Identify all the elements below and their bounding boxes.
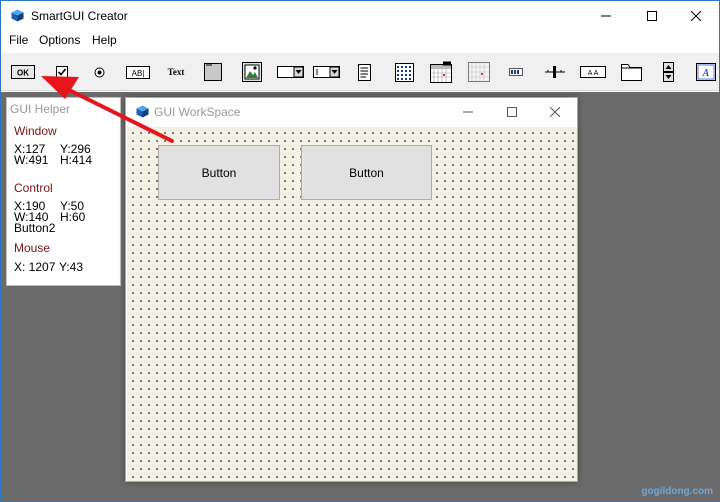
progress-icon <box>509 68 523 76</box>
picture-icon <box>242 62 262 82</box>
tab-tool[interactable] <box>619 60 643 84</box>
hotkey-tool-label: A A <box>588 70 599 77</box>
font-tool[interactable]: A <box>695 60 717 84</box>
workspace-button-1[interactable]: Button <box>158 145 280 200</box>
maximize-button[interactable] <box>629 1 675 31</box>
button-tool[interactable]: OK <box>10 60 36 84</box>
maximize-icon <box>507 107 517 117</box>
title-bar: SmartGUI Creator <box>1 1 719 31</box>
slider-icon <box>545 66 565 78</box>
mouse-y-value: Y:43 <box>59 260 84 274</box>
workspace-maximize-button[interactable] <box>490 98 534 126</box>
radio-icon <box>94 67 104 77</box>
ok-tool-label: OK <box>17 69 29 78</box>
control-section-label: Control <box>14 181 53 195</box>
close-icon <box>550 107 560 117</box>
watermark-text: gogildong.com <box>641 486 713 497</box>
datetime-icon <box>430 61 452 83</box>
maximize-icon <box>647 11 657 21</box>
mouse-x-value: X: 1207 <box>14 260 56 274</box>
minimize-icon <box>601 15 611 17</box>
checkbox-tool[interactable] <box>53 60 71 84</box>
dropdown-tool[interactable] <box>276 60 304 84</box>
combobox-tool[interactable] <box>312 60 340 84</box>
app-cube-icon <box>11 9 24 22</box>
svg-text:A: A <box>702 68 710 79</box>
monthcal-tool[interactable] <box>467 60 491 84</box>
workspace-close-button[interactable] <box>533 98 577 126</box>
gui-workspace-window: GUI WorkSpace Button Button <box>125 97 578 482</box>
hotkey-icon: A A <box>580 66 606 78</box>
hotkey-tool[interactable]: A A <box>579 60 607 84</box>
button-tool-icon: OK <box>11 65 35 79</box>
window-title: SmartGUI Creator <box>31 9 128 23</box>
gui-helper-header[interactable]: GUI Helper <box>7 98 120 120</box>
close-button[interactable] <box>673 1 719 31</box>
picture-tool[interactable] <box>241 60 263 84</box>
dropdown-icon <box>276 66 304 78</box>
mouse-section-label: Mouse <box>14 241 51 255</box>
groupbox-icon <box>204 63 222 81</box>
gui-helper-title: GUI Helper <box>10 102 71 116</box>
edit-tool-label: AB| <box>132 69 145 78</box>
control-toolbar: OK AB| Text A A A <box>1 53 719 91</box>
workspace-grid-canvas[interactable]: Button Button <box>127 127 577 481</box>
groupbox-tool[interactable] <box>203 60 223 84</box>
monthcal-icon <box>468 62 490 82</box>
smartgui-main-window: SmartGUI Creator File Options Help OK AB… <box>0 0 720 502</box>
gui-helper-panel: GUI Helper Window X:127 Y:296 W:491 H:41… <box>6 97 121 286</box>
menu-file[interactable]: File <box>9 33 28 47</box>
slider-tool[interactable] <box>544 60 566 84</box>
listview-tool[interactable] <box>394 60 414 84</box>
workspace-cube-icon <box>136 105 149 118</box>
minimize-button[interactable] <box>583 1 629 31</box>
control-name-value: Button2 <box>14 221 56 235</box>
menu-options[interactable]: Options <box>39 33 80 47</box>
font-icon: A <box>696 63 716 81</box>
progress-tool[interactable] <box>507 60 525 84</box>
updown-tool[interactable] <box>661 60 675 84</box>
listview-icon <box>394 62 414 82</box>
workspace-button-2[interactable]: Button <box>301 145 432 200</box>
listbox-tool[interactable] <box>356 60 372 84</box>
minimize-icon <box>463 111 473 113</box>
edit-tool-icon: AB| <box>126 65 150 79</box>
menu-bar: File Options Help <box>1 31 719 51</box>
text-tool-label: Text <box>167 67 185 77</box>
radio-tool[interactable] <box>91 60 107 84</box>
menu-help[interactable]: Help <box>92 33 117 47</box>
window-h-value: H:414 <box>60 153 93 167</box>
control-h-value: H:60 <box>60 210 86 224</box>
window-section-label: Window <box>14 124 57 138</box>
edit-tool[interactable]: AB| <box>125 60 151 84</box>
workspace-minimize-button[interactable] <box>446 98 490 126</box>
combobox-icon <box>312 66 340 78</box>
checkbox-icon <box>56 66 68 78</box>
listbox-icon <box>357 63 371 81</box>
workspace-title-bar[interactable]: GUI WorkSpace <box>126 98 577 126</box>
workspace-title: GUI WorkSpace <box>154 105 241 119</box>
updown-icon <box>662 62 674 82</box>
text-tool[interactable]: Text <box>164 60 188 84</box>
datetime-tool[interactable] <box>429 60 453 84</box>
close-icon <box>691 11 701 21</box>
window-w-value: W:491 <box>14 153 49 167</box>
folder-tab-icon <box>620 63 642 81</box>
